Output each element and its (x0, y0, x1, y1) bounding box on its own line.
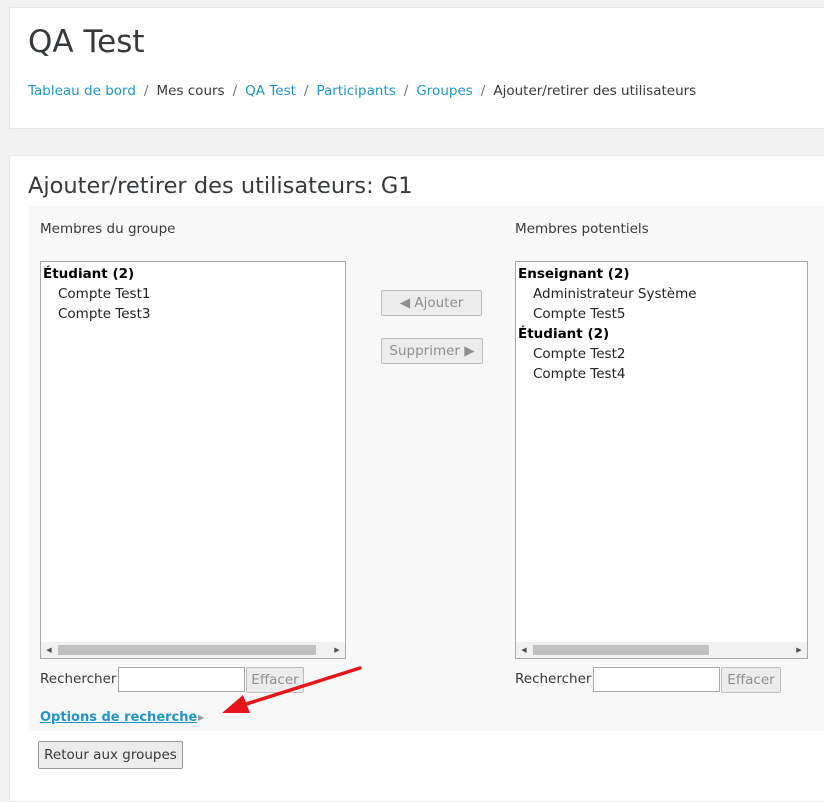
potential-members-listbox[interactable]: Enseignant (2) Administrateur Système Co… (515, 261, 808, 659)
potential-members-label: Membres potentiels (515, 221, 649, 237)
breadcrumb-separator: / (232, 83, 238, 99)
optgroup-heading: Enseignant (2) (518, 266, 630, 282)
potential-member-option[interactable]: Administrateur Système (518, 284, 805, 304)
group-members-listbox[interactable]: Étudiant (2) Compte Test1 Compte Test3 ◀… (40, 261, 346, 659)
page-title: Ajouter/retirer des utilisateurs: G1 (28, 173, 413, 199)
member-option[interactable]: Compte Test1 (43, 284, 343, 304)
potential-search-label: Rechercher (515, 671, 592, 687)
optgroup-heading: Étudiant (2) (43, 266, 135, 282)
breadcrumb-participants-link[interactable]: Participants (316, 83, 395, 99)
breadcrumb-dashboard-link[interactable]: Tableau de bord (28, 83, 136, 99)
breadcrumb-current-page: Ajouter/retirer des utilisateurs (493, 83, 697, 99)
add-button[interactable]: ◀ Ajouter (381, 290, 482, 316)
potential-clear-button[interactable]: Effacer (721, 667, 781, 693)
potential-search-input[interactable] (593, 667, 720, 692)
back-to-groups-button[interactable]: Retour aux groupes (38, 741, 183, 769)
annotation-arrow-shaft (238, 666, 362, 708)
breadcrumb-groups-link[interactable]: Groupes (416, 83, 472, 99)
triangle-right-icon[interactable]: ▶ (791, 642, 807, 658)
annotation-arrow-head (222, 695, 250, 713)
group-members-label: Membres du groupe (40, 221, 176, 237)
optgroup-heading: Étudiant (2) (518, 326, 610, 342)
search-options-link[interactable]: Options de recherche (40, 710, 197, 725)
breadcrumb-separator: / (143, 83, 149, 99)
breadcrumb-separator: / (480, 83, 486, 99)
triangle-left-icon[interactable]: ◀ (516, 642, 532, 658)
annotation-arrow-icon (222, 666, 362, 713)
page-header: QA Test Tableau de bord / Mes cours / QA Tes… (9, 7, 824, 129)
group-members-form: Membres du groupe Étudiant (2) Compte Te… (29, 206, 824, 731)
potential-member-option[interactable]: Compte Test5 (518, 304, 805, 324)
breadcrumb-course-link[interactable]: QA Test (245, 83, 296, 99)
triangle-left-icon[interactable]: ◀ (41, 642, 57, 658)
potential-member-option[interactable]: Compte Test4 (518, 364, 805, 384)
breadcrumb-separator: / (403, 83, 409, 99)
breadcrumb-separator: / (303, 83, 309, 99)
potential-member-option[interactable]: Compte Test2 (518, 344, 805, 364)
members-search-label: Rechercher (40, 671, 117, 687)
scrollbar-thumb[interactable] (58, 645, 316, 655)
course-title: QA Test (28, 24, 145, 60)
scrollbar-thumb[interactable] (533, 645, 709, 655)
horizontal-scrollbar[interactable]: ◀ ▶ (516, 642, 807, 658)
main-content: Ajouter/retirer des utilisateurs: G1 Mem… (9, 155, 824, 802)
remove-button[interactable]: Supprimer ▶ (381, 338, 483, 364)
collapse-arrow-icon[interactable]: ▶ (198, 713, 204, 722)
member-option[interactable]: Compte Test3 (43, 304, 343, 324)
breadcrumb-my-courses: Mes cours (156, 83, 225, 99)
breadcrumb: Tableau de bord / Mes cours / QA Test / Partic… (28, 83, 696, 99)
